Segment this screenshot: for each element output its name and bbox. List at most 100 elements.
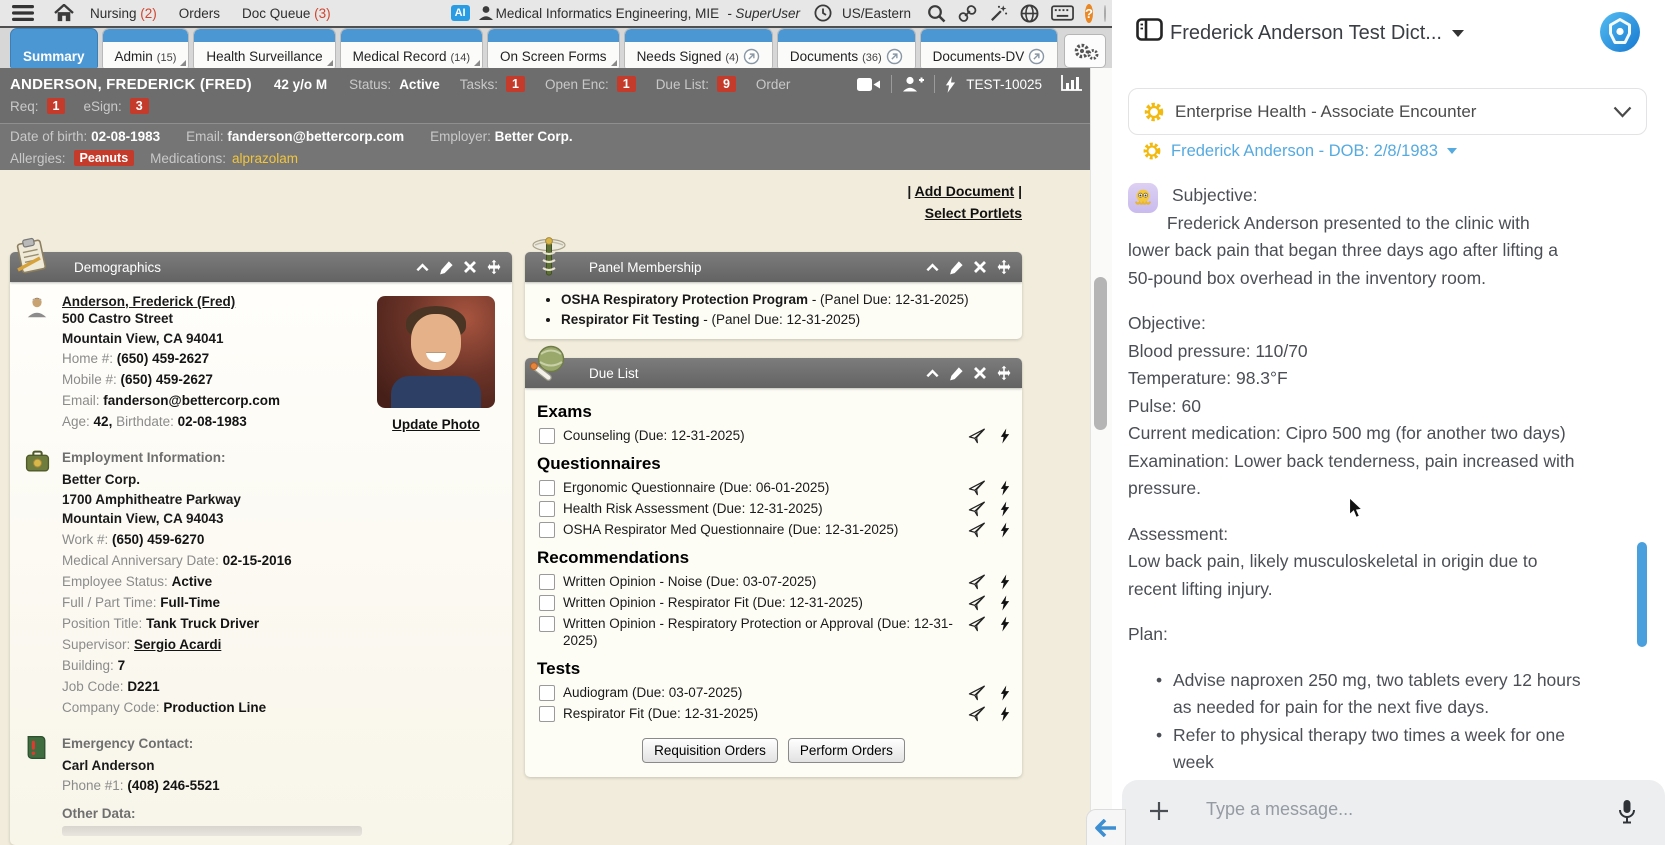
due-list-badge[interactable]: 9 [716,76,736,92]
perform-now-bolt-icon[interactable] [1000,574,1010,590]
collapse-icon[interactable] [925,260,940,275]
perform-now-bolt-icon[interactable] [1000,522,1010,538]
perform-now-bolt-icon[interactable] [1000,616,1010,632]
encounter-selector[interactable]: Enterprise Health - Associate Encounter [1128,88,1647,135]
home-icon[interactable] [54,4,74,22]
hamburger-menu-icon[interactable] [12,5,34,21]
collapse-icon[interactable] [925,366,940,381]
tab-documents[interactable]: Documents (36) [776,28,916,68]
checkbox[interactable] [539,595,555,611]
left-scrollbar-track[interactable] [1090,68,1113,845]
patient-photo[interactable] [377,296,495,408]
move-icon[interactable] [486,259,502,275]
checkbox[interactable] [539,706,555,722]
perform-now-bolt-icon[interactable] [1000,595,1010,611]
close-icon[interactable] [973,366,987,380]
tasks-badge[interactable]: 1 [505,76,525,92]
link-icon[interactable] [958,4,977,23]
send-requisition-icon[interactable] [968,428,986,444]
toolbar-menu-nursing[interactable]: Nursing (2) [90,6,157,21]
move-icon[interactable] [996,365,1012,381]
send-requisition-icon[interactable] [968,706,986,722]
collapse-icon[interactable] [415,260,430,275]
close-icon[interactable] [463,260,477,274]
checkbox[interactable] [539,428,555,444]
add-person-icon[interactable] [902,76,925,92]
send-requisition-icon[interactable] [968,574,986,590]
send-requisition-icon[interactable] [968,685,986,701]
external-link-icon[interactable] [743,48,760,65]
microphone-icon[interactable] [1615,797,1639,827]
send-requisition-icon[interactable] [968,595,986,611]
portlet-header[interactable]: Due List [525,358,1022,388]
video-call-icon[interactable] [857,77,881,92]
edit-pencil-icon[interactable] [439,260,454,275]
perform-now-bolt-icon[interactable] [1000,480,1010,496]
patient-name[interactable]: ANDERSON, FREDERICK (FRED) [10,76,252,93]
update-photo-link[interactable]: Update Photo [392,417,480,432]
toolbar-menu-orders[interactable]: Orders [179,6,220,21]
help-icon[interactable]: ? [1085,3,1093,23]
perform-now-bolt-icon[interactable] [1000,706,1010,722]
select-portlets-link[interactable]: Select Portlets [925,205,1022,221]
perform-now-bolt-icon[interactable] [1000,501,1010,517]
perform-now-bolt-icon[interactable] [1000,428,1010,444]
send-requisition-icon[interactable] [968,522,986,538]
tab-on-screen-forms[interactable]: On Screen Forms [487,28,620,68]
edit-pencil-icon[interactable] [949,366,964,381]
tab-documents-dv[interactable]: Documents-DV [919,28,1059,68]
perform-now-bolt-icon[interactable] [1000,685,1010,701]
close-icon[interactable] [973,260,987,274]
external-link-icon[interactable] [886,48,903,65]
checkbox[interactable] [539,574,555,590]
add-document-link[interactable]: Add Document [915,183,1015,199]
patient-context-dropdown[interactable]: Frederick Anderson - DOB: 2/8/1983 [1142,141,1457,161]
move-icon[interactable] [996,259,1012,275]
tab-medical-record[interactable]: Medical Record (14) [339,28,484,68]
toolbar-menu-doc-queue[interactable]: Doc Queue (3) [242,6,331,21]
session-title-dropdown[interactable]: Frederick Anderson Test Dict... [1152,22,1482,45]
checkbox[interactable] [539,616,555,632]
left-scrollbar-thumb[interactable] [1094,277,1107,430]
quick-action-bolt-icon[interactable] [945,75,956,93]
tab-health-surveillance[interactable]: Health Surveillance [193,28,336,68]
tab-settings-button[interactable] [1064,34,1107,68]
timezone-label[interactable]: US/Eastern [842,6,911,21]
requisition-orders-button[interactable]: Requisition Orders [642,738,778,763]
attach-plus-icon[interactable] [1148,800,1170,822]
order-link[interactable]: Order [756,77,791,92]
edit-pencil-icon[interactable] [949,260,964,275]
keyboard-icon[interactable] [1051,5,1074,21]
magic-wand-icon[interactable] [989,4,1008,23]
app-logo[interactable] [1599,11,1641,53]
checkbox[interactable] [539,501,555,517]
chart-graph-icon[interactable] [1060,75,1084,93]
checkbox[interactable] [539,685,555,701]
globe-icon[interactable] [1020,4,1039,23]
checkbox[interactable] [539,480,555,496]
send-requisition-icon[interactable] [968,480,986,496]
send-requisition-icon[interactable] [968,616,986,632]
req-badge[interactable]: 1 [46,98,66,114]
search-icon[interactable] [927,4,946,23]
field-value-link[interactable]: Sergio Acardi [134,637,221,652]
portlet-header[interactable]: Demographics [10,252,512,282]
allergy-badge[interactable]: Peanuts [73,150,135,166]
esign-badge[interactable]: 3 [129,98,149,114]
ai-badge[interactable]: AI [450,5,470,21]
panel-scrollbar-thumb[interactable] [1637,542,1647,647]
tab-needs-signed[interactable]: Needs Signed (4) [623,28,773,68]
external-link-icon[interactable] [1028,48,1045,65]
perform-orders-button[interactable]: Perform Orders [787,738,905,763]
patient-name-link[interactable]: Anderson, Frederick (Fred) [62,294,372,309]
panel-collapse-button[interactable] [1086,809,1126,845]
tab-admin[interactable]: Admin (15) [101,28,190,68]
medication-value[interactable]: alprazolam [232,151,298,166]
send-requisition-icon[interactable] [968,501,986,517]
checkbox[interactable] [539,522,555,538]
message-input-bar[interactable]: Type a message... [1122,780,1665,845]
portlet-header[interactable]: Panel Membership [525,252,1022,282]
tab-summary[interactable]: Summary [10,28,98,68]
open-enc-badge[interactable]: 1 [616,76,636,92]
message-input-placeholder[interactable]: Type a message... [1206,799,1353,820]
